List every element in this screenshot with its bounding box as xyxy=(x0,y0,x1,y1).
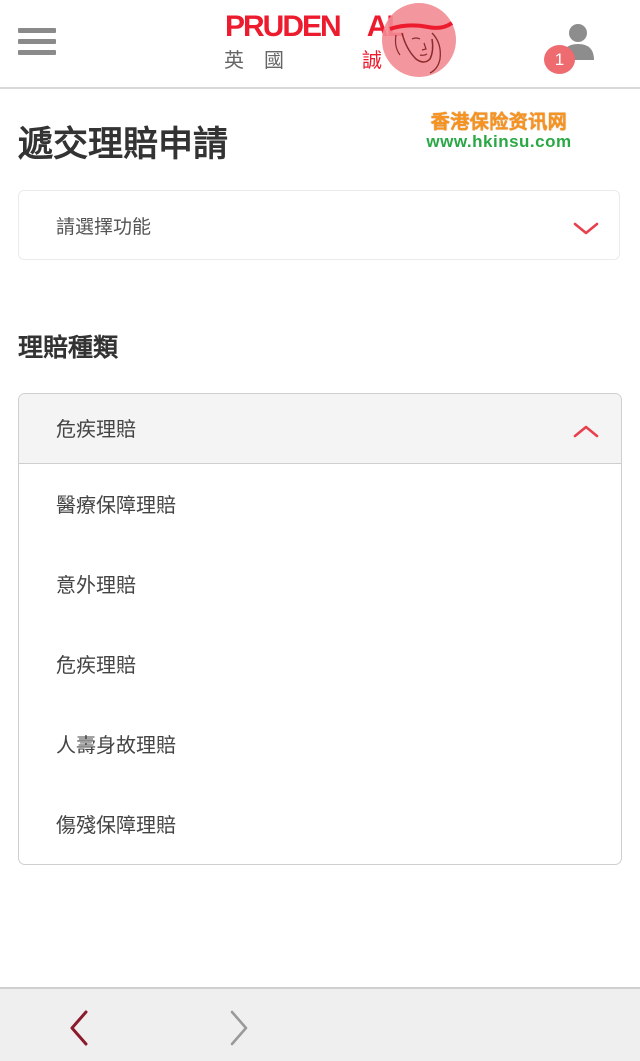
chevron-down-icon xyxy=(573,222,599,235)
forward-arrow-icon[interactable] xyxy=(224,1009,254,1047)
prudence-head-icon xyxy=(382,3,458,79)
logo-chinese-right: 誠 xyxy=(362,48,382,72)
watermark-url: www.hkinsu.com xyxy=(426,132,572,151)
claim-option-critical-illness[interactable]: 危疾理賠 xyxy=(56,649,136,678)
back-arrow-icon[interactable] xyxy=(64,1009,94,1047)
claim-type-dropdown: 危疾理賠 醫療保障理賠 意外理賠 危疾理賠 人壽身故理賠 傷殘保障理賠 xyxy=(18,393,622,865)
claim-option-disability[interactable]: 傷殘保障理賠 xyxy=(56,809,176,838)
claim-option-accident[interactable]: 意外理賠 xyxy=(56,569,136,598)
claim-option-life-death[interactable]: 人壽身故理賠 xyxy=(56,729,176,758)
logo-brand-text: PRUDENAL xyxy=(225,10,405,43)
page-title: 遞交理賠申請 xyxy=(18,125,229,165)
claim-type-selected[interactable]: 危疾理賠 xyxy=(19,394,621,464)
app-header: PRUDENAL 英國 誠 1 xyxy=(0,0,640,89)
hamburger-menu-icon[interactable] xyxy=(18,28,56,56)
watermark: 香港保险资讯网 www.hkinsu.com xyxy=(414,107,584,152)
notification-badge[interactable]: 1 xyxy=(544,45,575,74)
claim-type-heading: 理賠種類 xyxy=(18,333,119,362)
claim-option-medical[interactable]: 醫療保障理賠 xyxy=(56,489,176,518)
chevron-up-icon xyxy=(573,425,599,438)
prudential-logo[interactable]: PRUDENAL 英國 誠 xyxy=(222,3,462,82)
browser-nav-bar xyxy=(0,987,640,1061)
watermark-chinese: 香港保险资讯网 xyxy=(430,111,568,133)
function-select-label: 請選擇功能 xyxy=(56,216,152,238)
logo-chinese-left: 英國 xyxy=(224,48,304,72)
claim-type-selected-label: 危疾理賠 xyxy=(56,417,136,441)
function-select[interactable]: 請選擇功能 xyxy=(18,190,620,260)
